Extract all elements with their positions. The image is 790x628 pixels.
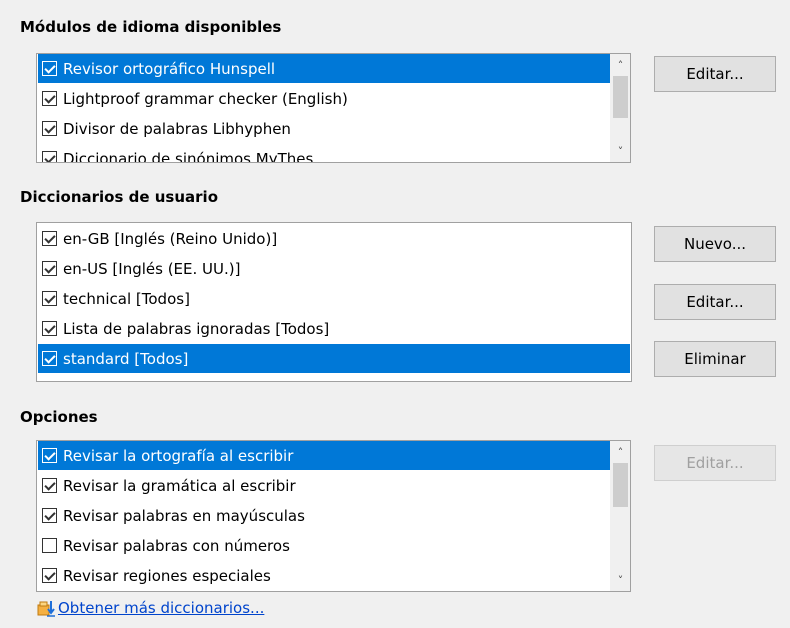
user-dicts-item-label: standard [Todos] (63, 349, 189, 368)
options-checkbox-4[interactable] (42, 568, 57, 583)
scroll-up-icon[interactable]: ˄ (611, 443, 630, 461)
options-item-label: Revisar palabras con números (63, 536, 290, 555)
modules-item-3[interactable]: Diccionario de sinónimos MyThes (38, 144, 612, 163)
modules-item-label: Revisor ortográfico Hunspell (63, 59, 276, 78)
download-dictionary-icon (37, 601, 55, 617)
modules-section-title: Módulos de idioma disponibles (20, 18, 282, 36)
modules-edit-button[interactable]: Editar... (654, 56, 776, 92)
user-dicts-item-2[interactable]: technical [Todos] (38, 284, 630, 313)
user-dicts-item-label: en-US [Inglés (EE. UU.)] (63, 259, 241, 278)
options-item-2[interactable]: Revisar palabras en mayúsculas (38, 501, 612, 530)
user-dicts-checkbox-3[interactable] (42, 321, 57, 336)
user-dicts-list[interactable]: en-GB [Inglés (Reino Unido)] en-US [Ingl… (36, 222, 632, 382)
options-item-0[interactable]: Revisar la ortografía al escribir (38, 441, 612, 470)
options-item-label: Revisar palabras en mayúsculas (63, 506, 305, 525)
user-dicts-item-3[interactable]: Lista de palabras ignoradas [Todos] (38, 314, 630, 343)
user-dicts-item-label: Lista de palabras ignoradas [Todos] (63, 319, 330, 338)
modules-scroll-thumb[interactable] (613, 76, 628, 118)
options-checkbox-1[interactable] (42, 478, 57, 493)
options-checkbox-2[interactable] (42, 508, 57, 523)
user-dicts-checkbox-1[interactable] (42, 261, 57, 276)
options-item-label: Revisar la ortografía al escribir (63, 446, 294, 465)
modules-checkbox-3[interactable] (42, 151, 57, 162)
modules-scrollbar[interactable]: ˄ ˅ (610, 54, 630, 162)
options-item-1[interactable]: Revisar la gramática al escribir (38, 471, 612, 500)
options-edit-button[interactable]: Editar... (654, 445, 776, 481)
modules-checkbox-0[interactable] (42, 61, 57, 76)
get-more-dictionaries-label[interactable]: Obtener más diccionarios... (58, 599, 264, 617)
user-dicts-checkbox-2[interactable] (42, 291, 57, 306)
user-dicts-item-label: en-GB [Inglés (Reino Unido)] (63, 229, 278, 248)
options-list[interactable]: Revisar la ortografía al escribir Revisa… (36, 440, 631, 592)
modules-item-2[interactable]: Divisor de palabras Libhyphen (38, 114, 612, 143)
modules-item-label: Divisor de palabras Libhyphen (63, 119, 291, 138)
scroll-up-icon[interactable]: ˄ (611, 56, 630, 74)
scroll-down-icon[interactable]: ˅ (611, 142, 630, 160)
options-item-3[interactable]: Revisar palabras con números (38, 531, 612, 560)
options-scrollbar[interactable]: ˄ ˅ (610, 441, 630, 591)
get-more-dictionaries-link[interactable]: Obtener más diccionarios... (36, 598, 264, 618)
user-dicts-item-4[interactable]: standard [Todos] (38, 344, 630, 373)
modules-checkbox-1[interactable] (42, 91, 57, 106)
user-dicts-item-1[interactable]: en-US [Inglés (EE. UU.)] (38, 254, 630, 283)
user-dicts-item-label: technical [Todos] (63, 289, 190, 308)
user-dicts-section-title: Diccionarios de usuario (20, 188, 219, 206)
options-item-4[interactable]: Revisar regiones especiales (38, 561, 612, 590)
modules-item-label: Diccionario de sinónimos MyThes (63, 149, 314, 163)
user-dicts-edit-button[interactable]: Editar... (654, 284, 776, 320)
options-item-label: Revisar la gramática al escribir (63, 476, 296, 495)
options-checkbox-0[interactable] (42, 448, 57, 463)
modules-list[interactable]: Revisor ortográfico Hunspell Lightproof … (36, 53, 631, 163)
user-dicts-checkbox-0[interactable] (42, 231, 57, 246)
modules-checkbox-2[interactable] (42, 121, 57, 136)
options-section-title: Opciones (20, 408, 98, 426)
options-item-label: Revisar regiones especiales (63, 566, 271, 585)
options-scroll-thumb[interactable] (613, 463, 628, 507)
scroll-down-icon[interactable]: ˅ (611, 571, 630, 589)
options-checkbox-3[interactable] (42, 538, 57, 553)
modules-item-label: Lightproof grammar checker (English) (63, 89, 348, 108)
user-dicts-delete-button[interactable]: Eliminar (654, 341, 776, 377)
user-dicts-checkbox-4[interactable] (42, 351, 57, 366)
user-dicts-item-0[interactable]: en-GB [Inglés (Reino Unido)] (38, 224, 630, 253)
modules-item-0[interactable]: Revisor ortográfico Hunspell (38, 54, 612, 83)
modules-item-1[interactable]: Lightproof grammar checker (English) (38, 84, 612, 113)
user-dicts-new-button[interactable]: Nuevo... (654, 226, 776, 262)
